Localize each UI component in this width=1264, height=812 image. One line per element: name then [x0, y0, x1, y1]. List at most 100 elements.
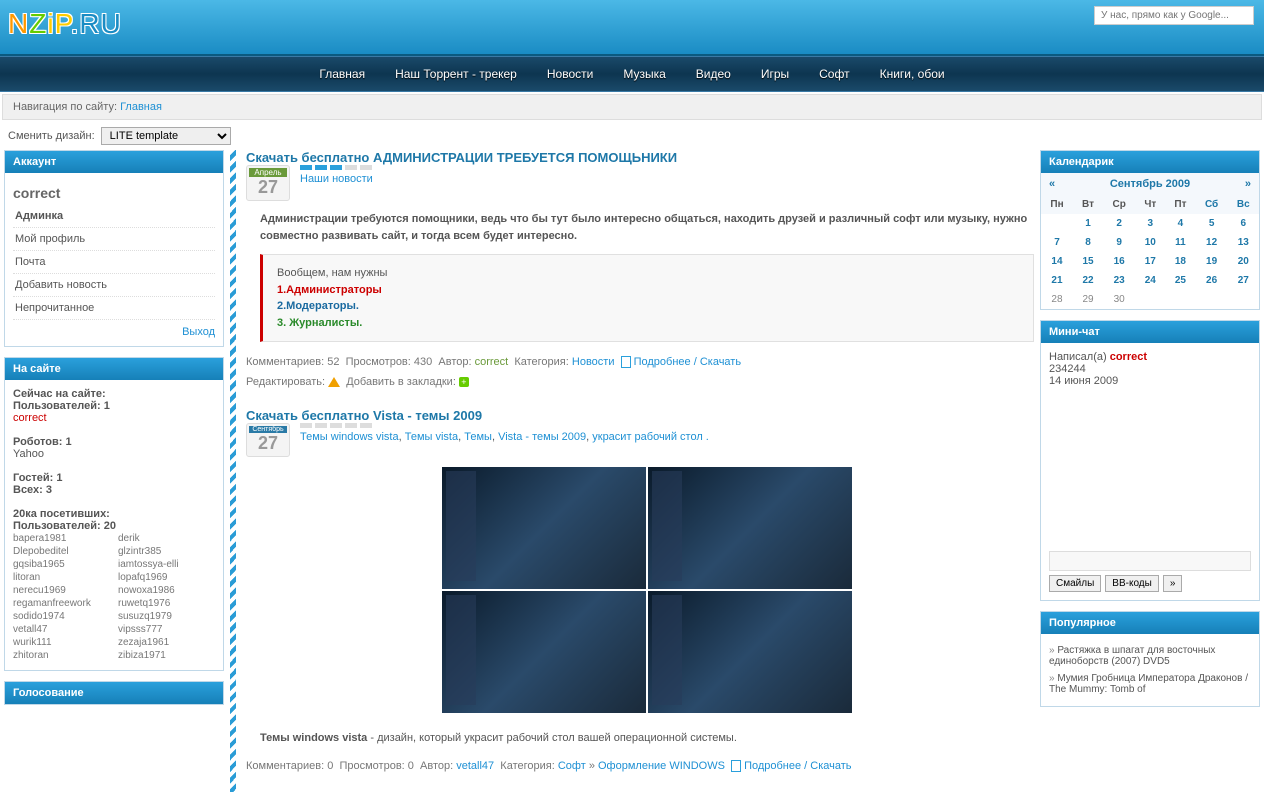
visitor-item[interactable]: Dlepobeditel	[13, 545, 110, 558]
cal-day[interactable]: 20	[1238, 256, 1249, 267]
cal-day[interactable]: 13	[1238, 237, 1249, 248]
cal-day[interactable]: 22	[1082, 275, 1093, 286]
post-tag[interactable]: украсит рабочий стол .	[592, 431, 709, 443]
online-user[interactable]: correct	[13, 412, 47, 424]
post-tag[interactable]: Темы windows vista	[300, 431, 399, 443]
search-input[interactable]	[1094, 6, 1254, 25]
chat-send-button[interactable]: »	[1163, 575, 1183, 592]
visitor-item[interactable]: regamanfreework	[13, 597, 110, 610]
logout-link[interactable]: Выход	[182, 326, 215, 338]
plus-icon[interactable]: +	[459, 377, 469, 387]
post-cat[interactable]: Новости	[572, 356, 615, 368]
cal-day[interactable]: 21	[1051, 275, 1062, 286]
visitor-item[interactable]: litoran	[13, 571, 110, 584]
visitor-item[interactable]: wurik111	[13, 636, 110, 649]
post-category[interactable]: Наши новости	[300, 173, 373, 185]
nav-video[interactable]: Видео	[696, 67, 731, 81]
visitor-item[interactable]: nerecu1969	[13, 584, 110, 597]
visitor-item[interactable]: zhitoran	[13, 649, 110, 662]
popular-item[interactable]: Растяжка в шпагат для восточных единобор…	[1049, 645, 1215, 667]
cal-day[interactable]: 10	[1145, 237, 1156, 248]
account-unread[interactable]: Непрочитанное	[15, 302, 94, 314]
nav-main[interactable]: Главная	[319, 67, 365, 81]
cal-day[interactable]: 8	[1085, 237, 1091, 248]
visitor-item[interactable]: sodido1974	[13, 610, 110, 623]
cal-day[interactable]: 4	[1178, 218, 1184, 229]
post-author[interactable]: correct	[475, 356, 509, 368]
visitor-item[interactable]: ruwetq1976	[118, 597, 215, 610]
nav-music[interactable]: Музыка	[623, 67, 665, 81]
visitor-item[interactable]: vipsss777	[118, 623, 215, 636]
warn-icon[interactable]	[328, 377, 340, 387]
post-author[interactable]: vetall47	[456, 760, 494, 772]
chat-bb-button[interactable]: ВВ-коды	[1105, 575, 1159, 592]
cal-day[interactable]: 12	[1206, 237, 1217, 248]
account-mail[interactable]: Почта	[15, 256, 46, 268]
visitor-item[interactable]: bapera1981	[13, 532, 110, 545]
account-profile[interactable]: Мой профиль	[15, 233, 85, 245]
screenshot-thumb[interactable]	[442, 467, 646, 589]
navbar: Главная Наш Торрент - трекер Новости Муз…	[0, 56, 1264, 92]
chat-input[interactable]	[1049, 551, 1251, 571]
cal-day[interactable]: 1	[1085, 218, 1091, 229]
cal-day[interactable]: 6	[1241, 218, 1247, 229]
screenshot-thumb[interactable]	[648, 591, 852, 713]
cal-day[interactable]: 9	[1116, 237, 1122, 248]
cal-day[interactable]: 2	[1116, 218, 1122, 229]
rating-bars[interactable]	[300, 165, 373, 170]
popular-item[interactable]: Мумия Гробница Императора Драконов / The…	[1049, 673, 1248, 695]
cal-day[interactable]: 14	[1051, 256, 1062, 267]
cal-day[interactable]: 27	[1238, 275, 1249, 286]
design-select[interactable]: LITE template	[101, 127, 231, 145]
cal-day[interactable]: 19	[1206, 256, 1217, 267]
account-admin[interactable]: Админка	[15, 210, 63, 222]
cal-day[interactable]: 26	[1206, 275, 1217, 286]
visitor-item[interactable]: lopafq1969	[118, 571, 215, 584]
cal-day[interactable]: 5	[1209, 218, 1215, 229]
screenshot-thumb[interactable]	[648, 467, 852, 589]
site-logo[interactable]: NZiP.RU	[8, 8, 122, 40]
nav-news[interactable]: Новости	[547, 67, 593, 81]
cal-day[interactable]: 11	[1175, 237, 1186, 248]
account-addnews[interactable]: Добавить новость	[15, 279, 107, 291]
visitor-item[interactable]: zibiza1971	[118, 649, 215, 662]
nav-soft[interactable]: Софт	[819, 67, 849, 81]
visitor-item[interactable]: derik	[118, 532, 215, 545]
cal-day[interactable]: 7	[1054, 237, 1060, 248]
post-title[interactable]: Скачать бесплатно АДМИНИСТРАЦИИ ТРЕБУЕТС…	[246, 150, 677, 165]
cal-day[interactable]: 18	[1175, 256, 1186, 267]
post-subcat[interactable]: Оформление WINDOWS	[598, 760, 725, 772]
cal-next[interactable]: »	[1245, 178, 1251, 190]
cal-day[interactable]: 15	[1082, 256, 1093, 267]
post-tag[interactable]: Темы vista	[405, 431, 458, 443]
visitor-item[interactable]: zezaja1961	[118, 636, 215, 649]
cal-day[interactable]: 24	[1145, 275, 1156, 286]
chat-author[interactable]: correct	[1110, 351, 1147, 363]
chat-smiles-button[interactable]: Смайлы	[1049, 575, 1101, 592]
post-more[interactable]: Подробнее / Скачать	[744, 760, 851, 772]
visitor-item[interactable]: iamtossya-elli	[118, 558, 215, 571]
breadcrumb-home[interactable]: Главная	[120, 101, 162, 113]
cal-day[interactable]: 16	[1114, 256, 1125, 267]
post-tag[interactable]: Vista - темы 2009	[498, 431, 586, 443]
post-tag[interactable]: Темы	[464, 431, 492, 443]
cal-cell: 21	[1041, 271, 1073, 290]
post-title[interactable]: Скачать бесплатно Vista - темы 2009	[246, 408, 482, 423]
post-cat[interactable]: Софт	[558, 760, 586, 772]
cal-prev[interactable]: «	[1049, 178, 1055, 190]
cal-day[interactable]: 23	[1114, 275, 1125, 286]
nav-books[interactable]: Книги, обои	[880, 67, 945, 81]
cal-day[interactable]: 17	[1145, 256, 1156, 267]
visitor-item[interactable]: gqsiba1965	[13, 558, 110, 571]
nav-games[interactable]: Игры	[761, 67, 789, 81]
visitor-item[interactable]: glzintr385	[118, 545, 215, 558]
visitor-item[interactable]: vetall47	[13, 623, 110, 636]
post-more[interactable]: Подробнее / Скачать	[634, 356, 741, 368]
screenshot-thumb[interactable]	[442, 591, 646, 713]
cal-day[interactable]: 3	[1148, 218, 1154, 229]
nav-tracker[interactable]: Наш Торрент - трекер	[395, 67, 517, 81]
visitor-item[interactable]: susuzq1979	[118, 610, 215, 623]
visitor-item[interactable]: nowoxa1986	[118, 584, 215, 597]
cal-day[interactable]: 25	[1175, 275, 1186, 286]
rating-bars[interactable]	[300, 423, 709, 428]
